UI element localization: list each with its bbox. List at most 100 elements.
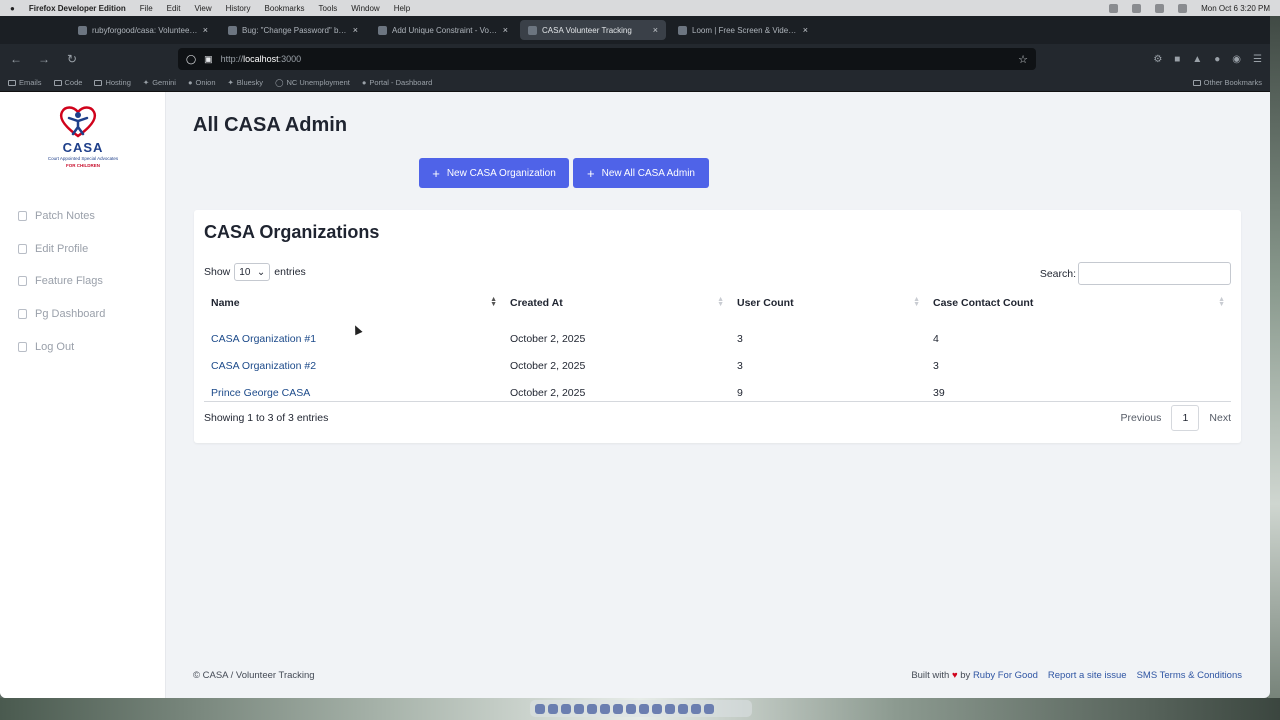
entries-select[interactable]: 10 ⌄ xyxy=(234,263,271,281)
close-tab-icon[interactable]: × xyxy=(203,25,208,35)
reload-icon[interactable]: ↻ xyxy=(64,52,80,66)
heart-logo-icon xyxy=(60,106,96,138)
menu-icon[interactable]: ☰ xyxy=(1253,54,1262,65)
close-tab-icon[interactable]: × xyxy=(353,25,358,35)
extension-icon[interactable]: ▲ xyxy=(1192,54,1202,65)
status-icon[interactable] xyxy=(1109,3,1119,13)
bookmark-star-icon[interactable]: ☆ xyxy=(1018,53,1028,66)
extension-icon[interactable]: ● xyxy=(1214,54,1220,65)
logo-tagline: Court Appointed Special Advocates xyxy=(47,156,119,161)
case-contact-count-cell: 4 xyxy=(933,332,939,345)
card-title: CASA Organizations xyxy=(204,222,380,242)
edit-icon xyxy=(18,309,27,320)
browser-tab-active[interactable]: CASA Volunteer Tracking × xyxy=(520,20,666,40)
browser-tab[interactable]: Loom | Free Screen & Video Re...× xyxy=(670,20,816,40)
column-header-created-at[interactable]: Created At ▲ ▼ xyxy=(503,290,730,315)
menubar-clock[interactable]: Mon Oct 6 3:20 PM xyxy=(1201,4,1270,13)
bookmark-link[interactable]: ✦ Bluesky xyxy=(228,78,264,87)
organization-link[interactable]: Prince George CASA xyxy=(211,387,310,399)
table-divider xyxy=(204,401,1231,402)
bookmark-folder[interactable]: Emails xyxy=(8,78,42,87)
next-page-button[interactable]: Next xyxy=(1209,412,1231,424)
close-tab-icon[interactable]: × xyxy=(653,25,658,35)
organization-link[interactable]: CASA Organization #1 xyxy=(211,333,316,345)
main-content: All CASA Admin + New CASA Organization +… xyxy=(166,92,1270,698)
menu-file[interactable]: File xyxy=(140,4,153,13)
menu-window[interactable]: Window xyxy=(351,4,379,13)
browser-tab[interactable]: Bug: "Change Password" butto... × xyxy=(220,20,366,40)
extension-icon[interactable]: ■ xyxy=(1174,54,1180,65)
column-header-case-contact-count[interactable]: Case Contact Count ▲ ▼ xyxy=(926,290,1231,315)
apple-icon[interactable]: ● xyxy=(10,4,15,13)
menu-tools[interactable]: Tools xyxy=(319,4,338,13)
logo-name: CASA xyxy=(62,140,104,155)
app-icon[interactable] xyxy=(678,703,688,714)
app-icon[interactable] xyxy=(626,703,636,714)
menu-edit[interactable]: Edit xyxy=(167,4,181,13)
extension-icon[interactable]: ⚙ xyxy=(1153,54,1162,65)
sidebar-item-pg-dashboard[interactable]: Pg Dashboard xyxy=(18,298,105,331)
sidebar-item-patch-notes[interactable]: Patch Notes xyxy=(18,200,105,233)
app-icon[interactable] xyxy=(561,703,571,714)
search-input[interactable] xyxy=(1078,262,1231,285)
back-icon[interactable]: ← xyxy=(8,52,24,66)
bookmark-link[interactable]: ✦ Gemini xyxy=(143,78,176,87)
folder-icon xyxy=(94,79,103,86)
new-all-casa-admin-button[interactable]: + New All CASA Admin xyxy=(573,158,709,188)
bookmark-link[interactable]: ● Onion xyxy=(188,78,216,87)
trash-icon[interactable] xyxy=(704,703,714,714)
casa-logo[interactable]: CASA Court Appointed Special Advocates F… xyxy=(42,104,124,176)
url-bar[interactable]: ◯ ▣ http://localhost:3000 ☆ xyxy=(178,48,1036,70)
previous-page-button[interactable]: Previous xyxy=(1121,412,1162,424)
status-icon[interactable] xyxy=(1132,3,1142,13)
sidebar-item-label: Log Out xyxy=(35,340,75,353)
user-count-cell: 3 xyxy=(737,332,743,345)
wifi-icon[interactable] xyxy=(1155,3,1165,13)
sidebar-item-edit-profile[interactable]: Edit Profile xyxy=(18,233,105,266)
table-body: CASA Organization #1 October 2, 2025 3 4… xyxy=(204,325,1231,406)
app-icon[interactable] xyxy=(548,703,558,714)
finder-icon[interactable] xyxy=(535,703,545,714)
forward-icon[interactable]: → xyxy=(36,52,52,66)
sidebar-item-log-out[interactable]: Log Out xyxy=(18,330,105,363)
sms-terms-link[interactable]: SMS Terms & Conditions xyxy=(1137,670,1242,681)
new-casa-organization-button[interactable]: + New CASA Organization xyxy=(419,158,569,188)
other-bookmarks[interactable]: Other Bookmarks xyxy=(1192,78,1262,87)
ruby-for-good-link[interactable]: Ruby For Good xyxy=(973,670,1038,681)
column-header-user-count[interactable]: User Count ▲ ▼ xyxy=(730,290,926,315)
sidebar-item-feature-flags[interactable]: Feature Flags xyxy=(18,265,105,298)
pagination: Previous 1 Next xyxy=(1121,405,1231,431)
page-1-button[interactable]: 1 xyxy=(1171,405,1200,431)
github-icon xyxy=(228,25,237,35)
bookmark-folder[interactable]: Code xyxy=(53,78,82,87)
menu-history[interactable]: History xyxy=(226,4,251,13)
report-issue-link[interactable]: Report a site issue xyxy=(1048,670,1127,681)
github-icon xyxy=(378,25,387,35)
column-header-name[interactable]: Name ▲ ▼ xyxy=(204,290,503,315)
app-icon[interactable] xyxy=(613,703,623,714)
app-icon[interactable] xyxy=(652,703,662,714)
bookmark-link[interactable]: ● Portal - Dashboard xyxy=(362,78,432,87)
account-icon[interactable]: ◉ xyxy=(1232,54,1241,65)
close-tab-icon[interactable]: × xyxy=(803,25,808,35)
menu-view[interactable]: View xyxy=(194,4,211,13)
bookmark-folder[interactable]: Hosting xyxy=(94,78,131,87)
app-icon[interactable] xyxy=(665,703,675,714)
app-icon[interactable] xyxy=(691,703,701,714)
app-icon[interactable] xyxy=(600,703,610,714)
menu-help[interactable]: Help xyxy=(394,4,410,13)
app-icon[interactable] xyxy=(574,703,584,714)
battery-icon[interactable] xyxy=(1178,3,1188,13)
browser-tab[interactable]: rubyforgood/casa: Volunteer m... × xyxy=(70,20,216,40)
nav-bar: ← → ↻ ◯ ▣ http://localhost:3000 ☆ ⚙ ■ ▲ … xyxy=(0,44,1270,74)
close-tab-icon[interactable]: × xyxy=(503,25,508,35)
bookmark-link[interactable]: ◯ NC Unemployment xyxy=(275,78,350,87)
organization-link[interactable]: CASA Organization #2 xyxy=(211,360,316,372)
menubar-app-name[interactable]: Firefox Developer Edition xyxy=(29,4,126,13)
app-icon[interactable] xyxy=(639,703,649,714)
page-icon: ▣ xyxy=(204,53,213,64)
shield-icon[interactable]: ◯ xyxy=(186,54,196,65)
menu-bookmarks[interactable]: Bookmarks xyxy=(265,4,305,13)
app-icon[interactable] xyxy=(587,703,597,714)
browser-tab[interactable]: Add Unique Constraint - Volunt... × xyxy=(370,20,516,40)
